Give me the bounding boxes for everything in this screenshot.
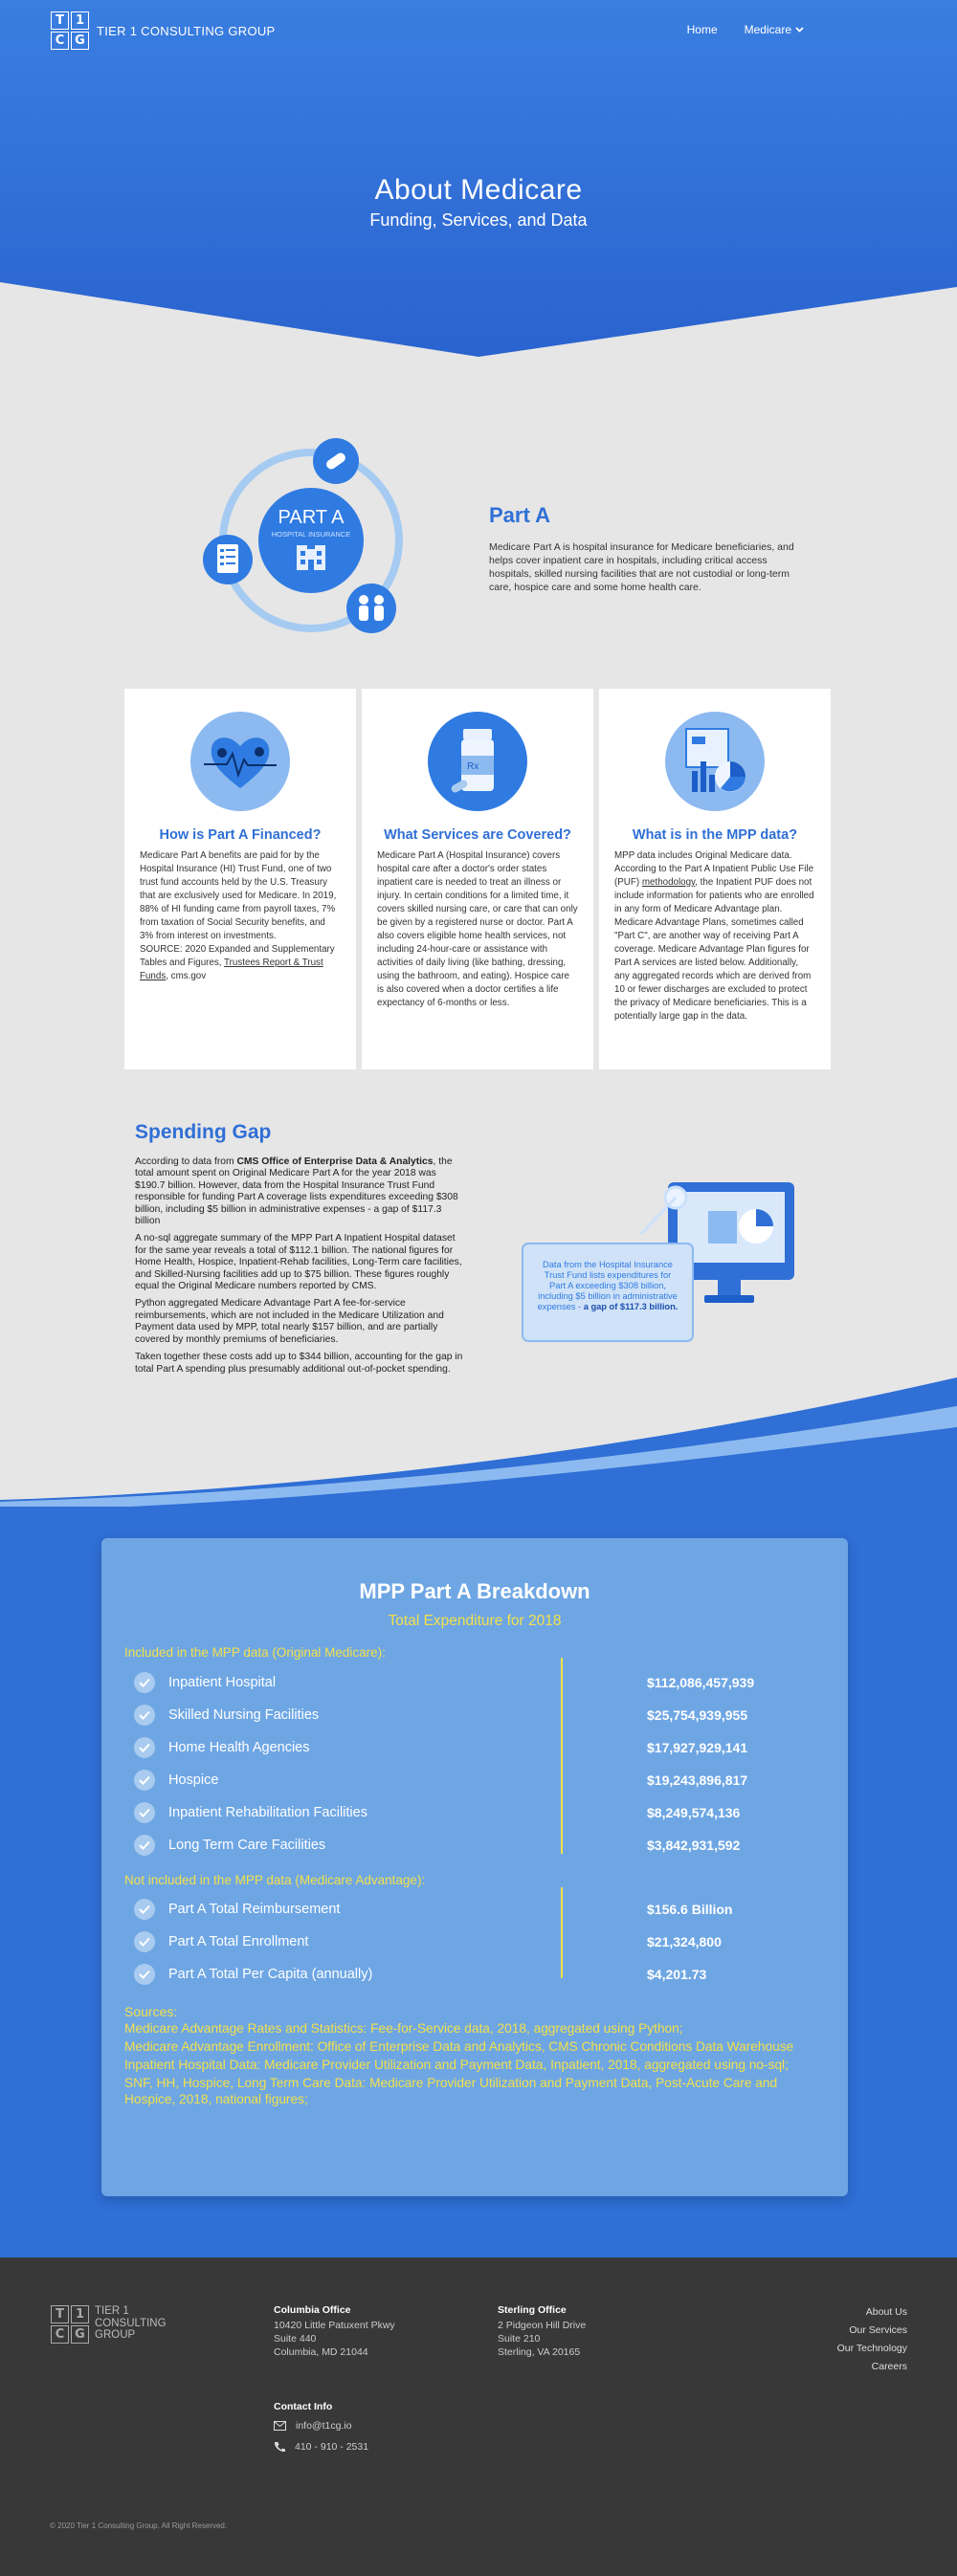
hero-banner: T 1 C G TIER 1 CONSULTING GROUP Home Med…	[0, 0, 957, 363]
callout-line-4: including $5 billion in administrative	[538, 1291, 678, 1301]
callout-line-1: Data from the Hospital Insurance	[543, 1260, 673, 1269]
check-icon	[134, 1802, 155, 1823]
card-financing-title: How is Part A Financed?	[159, 827, 322, 843]
card-mpp-title: What is in the MPP data?	[632, 827, 798, 843]
part-a-illustration: PART A HOSPITAL INSURANCE	[203, 438, 403, 633]
gap-paragraph-3: Python aggregated Medicare Advantage Par…	[135, 1298, 444, 1345]
phone-icon	[274, 2442, 285, 2453]
medicine-bottle-icon: Rx	[428, 712, 527, 811]
card-mpp-data: What is in the MPP data? MPP data includ…	[599, 689, 831, 1069]
list-item: Long Term Care Facilities $3,842,931,592	[134, 1829, 785, 1861]
methodology-link[interactable]: methodology	[642, 877, 695, 888]
svg-text:Rx: Rx	[467, 761, 478, 772]
list-item: Hospice $19,243,896,817	[134, 1764, 785, 1796]
mail-icon	[274, 2421, 286, 2431]
footer-link-technology[interactable]: Our Technology	[837, 2340, 907, 2358]
part-a-illus-sub: HOSPITAL INSURANCE	[272, 530, 351, 539]
list-item: Part A Total Enrollment $21,324,800	[134, 1926, 785, 1958]
part-a-illus-title: PART A	[278, 507, 345, 528]
logo-mark: T 1 C G	[51, 11, 89, 50]
footer-brand-name: TIER 1 CONSULTING GROUP	[95, 2305, 167, 2341]
check-icon	[134, 1899, 155, 1920]
nav-medicare-label: Medicare	[744, 23, 791, 36]
brand-name: TIER 1 CONSULTING GROUP	[97, 23, 276, 38]
contact-email[interactable]: info@t1cg.io	[274, 2420, 368, 2432]
sources-list: Medicare Advantage Rates and Statistics:…	[124, 2020, 823, 2109]
heart-icon	[190, 712, 290, 811]
check-icon	[134, 1672, 155, 1693]
part-a-title: Part A	[489, 503, 550, 527]
footer-logo-mark: T1 CG	[51, 2305, 89, 2344]
check-icon	[134, 1835, 155, 1856]
excluded-label: Not included in the MPP data (Medicare A…	[124, 1873, 426, 1887]
card-services: Rx What Services are Covered? Medicare P…	[362, 689, 593, 1069]
list-item: Part A Total Reimbursement $156.6 Billion	[134, 1893, 785, 1926]
page-subtitle: Funding, Services, and Data	[369, 210, 588, 230]
card-financing-body: Medicare Part A benefits are paid for by…	[140, 850, 337, 981]
chevron-down-icon	[795, 27, 804, 33]
gap-paragraph-4: Taken together these costs add up to $34…	[135, 1352, 463, 1375]
source-item[interactable]: SNF, HH, Hospice, Long Term Care Data: M…	[124, 2075, 823, 2107]
main-nav: Home Medicare	[687, 23, 804, 36]
source-item[interactable]: Medicare Advantage Enrollment: Office of…	[124, 2038, 823, 2055]
spending-gap-title: Spending Gap	[135, 1121, 272, 1143]
list-item: Home Health Agencies $17,927,929,141	[134, 1731, 785, 1764]
footer: T1 CG TIER 1 CONSULTING GROUP Columbia Off…	[0, 2257, 957, 2576]
gap-paragraph-1: According to data from CMS Office of Ent…	[135, 1156, 458, 1227]
list-item: Skilled Nursing Facilities $25,754,939,95…	[134, 1699, 785, 1731]
source-item[interactable]: Medicare Advantage Rates and Statistics:…	[124, 2020, 823, 2037]
breakdown-subtitle: Total Expenditure for 2018	[388, 1613, 562, 1629]
contact-info: Contact Info info@t1cg.io 410 - 910 - 25…	[274, 2401, 369, 2453]
included-label: Included in the MPP data (Original Medic…	[124, 1645, 386, 1660]
callout-line-3: Part A exceeding $308 billion,	[549, 1281, 666, 1290]
check-icon	[134, 1964, 155, 1985]
footer-link-services[interactable]: Our Services	[837, 2322, 907, 2340]
sources-label: Sources:	[124, 2004, 178, 2019]
breakdown-title: MPP Part A Breakdown	[359, 1579, 590, 1603]
source-item[interactable]: Inpatient Hospital Data: Medicare Provid…	[124, 2057, 823, 2073]
included-list: Inpatient Hospital $112,086,457,939 Skill…	[134, 1666, 785, 1861]
list-item: Inpatient Hospital $112,086,457,939	[134, 1666, 785, 1699]
card-mpp-body: MPP data includes Original Medicare data…	[614, 850, 814, 1022]
page-title: About Medicare	[374, 174, 583, 206]
sterling-office: Sterling Office 2 Pidgeon Hill Drive Suit…	[498, 2304, 587, 2358]
callout-line-2: Trust Fund lists expenditures for	[545, 1270, 671, 1280]
contact-phone[interactable]: 410 - 910 - 2531	[274, 2441, 368, 2453]
nav-medicare[interactable]: Medicare	[745, 23, 804, 36]
spending-gap-illustration: Data from the Hospital Insurance Trust F…	[522, 1182, 794, 1342]
footer-links: About Us Our Services Our Technology Car…	[837, 2303, 907, 2376]
gap-paragraph-2: A no-sql aggregate summary of the MPP Pa…	[135, 1233, 462, 1292]
check-icon	[134, 1737, 155, 1758]
check-icon	[134, 1705, 155, 1726]
card-services-title: What Services are Covered?	[384, 827, 571, 843]
data-dashboard-icon	[665, 712, 765, 811]
part-a-description: Medicare Part A is hospital insurance fo…	[489, 541, 794, 593]
breakdown-panel: MPP Part A Breakdown Total Expenditure f…	[101, 1538, 848, 2196]
info-cards: How is Part A Financed? Medicare Part A …	[124, 689, 831, 1069]
check-icon	[134, 1931, 155, 1952]
nav-home[interactable]: Home	[687, 23, 718, 36]
excluded-list: Part A Total Reimbursement $156.6 Billion…	[134, 1893, 785, 1991]
check-icon	[134, 1770, 155, 1791]
footer-link-careers[interactable]: Careers	[837, 2358, 907, 2376]
section-wave	[0, 1377, 957, 1511]
list-item: Part A Total Per Capita (annually) $4,201…	[134, 1958, 785, 1991]
footer-link-about[interactable]: About Us	[837, 2303, 907, 2322]
columbia-office: Columbia Office 10420 Little Patuxent Pk…	[274, 2304, 395, 2358]
brand-logo[interactable]: T 1 C G TIER 1 CONSULTING GROUP	[51, 11, 276, 50]
footer-logo[interactable]: T1 CG TIER 1 CONSULTING GROUP	[51, 2305, 167, 2344]
list-item: Inpatient Rehabilitation Facilities $8,24…	[134, 1796, 785, 1829]
card-financing: How is Part A Financed? Medicare Part A …	[124, 689, 356, 1069]
spending-gap-body: According to data from CMS Office of Ent…	[135, 1156, 465, 1381]
card-services-body: Medicare Part A (Hospital Insurance) cov…	[377, 850, 578, 1008]
copyright: © 2020 Tier 1 Consulting Group. All Righ…	[50, 2521, 228, 2530]
callout-line-5: expenses - a gap of $117.3 billion.	[538, 1302, 679, 1311]
